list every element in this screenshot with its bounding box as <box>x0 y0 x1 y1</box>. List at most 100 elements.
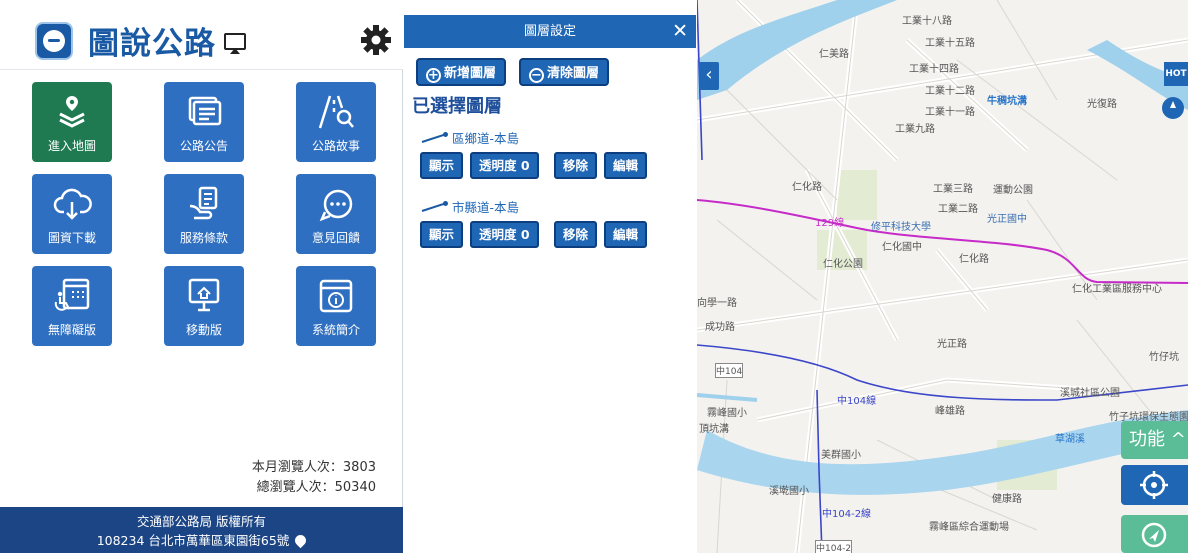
tile-system-info[interactable]: 系統簡介 <box>296 266 376 346</box>
map-label: 仁化路 <box>959 254 989 265</box>
layer-panel-header: 圖層設定 ✕ <box>404 15 696 48</box>
map-label: 工業十四路 <box>909 64 959 75</box>
layer-name: 市縣道-本島 <box>452 200 520 215</box>
map-view[interactable]: 工業十八路 工業十五路 工業十四路 工業十二路 工業十一路 工業九路 牛稠坑溝 … <box>697 0 1188 553</box>
close-icon[interactable]: ✕ <box>672 15 688 48</box>
map-label: 工業十二路 <box>925 86 975 97</box>
address-text: 108234 台北市萬華區東園街65號 <box>96 533 290 548</box>
tile-label: 意見回饋 <box>311 231 360 245</box>
accessibility-icon <box>54 278 90 311</box>
map-label: 溪城社區公園 <box>1060 388 1120 399</box>
mobile-version-icon <box>188 278 220 312</box>
layer-settings-panel: 圖層設定 ✕ + 新增圖層 − 清除圖層 已選擇圖層 區鄉道-本島 顯示 透明度 0… <box>404 15 696 553</box>
navigation-arrow-icon <box>1141 522 1167 548</box>
remove-layer-button[interactable]: 移除 <box>554 221 598 248</box>
cloud-download-icon <box>53 188 92 220</box>
tile-label: 系統簡介 <box>311 323 360 337</box>
map-label: 中104 <box>715 363 744 378</box>
clear-layer-label: 清除圖層 <box>547 66 600 81</box>
clear-layer-button[interactable]: − 清除圖層 <box>519 58 610 86</box>
monthly-visits: 本月瀏覽人次：3803 <box>251 460 376 475</box>
line-layer-icon <box>420 201 448 213</box>
road-story-icon <box>318 95 354 129</box>
remove-layer-button[interactable]: 移除 <box>554 152 598 179</box>
map-label: 中104線 <box>837 396 877 407</box>
map-label: 霧峰國小 <box>707 408 747 419</box>
map-label: 峰雄路 <box>935 406 965 417</box>
map-label: 光復路 <box>1087 99 1117 110</box>
announcement-icon <box>188 96 222 126</box>
map-label: 美群國小 <box>821 450 861 461</box>
navigation-button[interactable] <box>1121 515 1188 553</box>
map-label: 健康路 <box>992 494 1022 505</box>
total-visits: 總瀏覽人次：50340 <box>256 480 376 495</box>
map-label: 成功路 <box>705 322 735 333</box>
tile-download[interactable]: 圖資下載 <box>32 174 112 254</box>
show-layer-button[interactable]: 顯示 <box>420 221 464 248</box>
home-panel: 圖說公路 進入地圖 公路公告 公路故事 圖資下載 服務條款 意見回饋 無障礙版 … <box>0 0 403 553</box>
gear-icon[interactable] <box>360 24 392 56</box>
map-label: 頂坑溝 <box>699 424 729 435</box>
tile-label: 無障礙版 <box>47 323 96 337</box>
map-label: 霧峰區綜合運動場 <box>929 522 1009 533</box>
plus-circle-icon: + <box>426 68 441 83</box>
screen-cast-icon[interactable] <box>224 33 246 54</box>
tile-label: 移動版 <box>185 323 222 337</box>
tile-label: 公路公告 <box>179 139 228 153</box>
add-layer-button[interactable]: + 新增圖層 <box>416 58 507 86</box>
map-label: 129線 <box>815 218 845 229</box>
tile-mobile[interactable]: 移動版 <box>164 266 244 346</box>
map-label: 光正路 <box>937 339 967 350</box>
tile-feedback[interactable]: 意見回饋 <box>296 174 376 254</box>
location-pin-icon[interactable] <box>293 532 309 549</box>
compass-icon[interactable] <box>1162 97 1184 119</box>
tile-enter-map[interactable]: 進入地圖 <box>32 82 112 162</box>
map-label: 工業十八路 <box>902 16 952 27</box>
tile-label: 圖資下載 <box>47 231 96 245</box>
map-label: 草湖溪 <box>1055 434 1085 445</box>
function-menu-button[interactable]: 功能 ^ <box>1121 421 1188 459</box>
layer-name: 區鄉道-本島 <box>452 131 520 146</box>
map-label: 仁美路 <box>819 49 849 60</box>
line-layer-icon <box>420 132 448 144</box>
layer-item-district-road: 區鄉道-本島 <box>420 128 519 147</box>
tile-label: 公路故事 <box>311 139 360 153</box>
map-label: 仁化國中 <box>882 242 922 253</box>
tile-service-terms[interactable]: 服務條款 <box>164 174 244 254</box>
service-terms-icon <box>189 186 218 220</box>
tile-label: 進入地圖 <box>47 139 96 153</box>
edit-layer-button[interactable]: 編輯 <box>604 152 648 179</box>
copyright-text: 交通部公路局 版權所有 <box>137 514 266 529</box>
map-label: 工業三路 <box>933 184 973 195</box>
map-label: 運動公園 <box>993 185 1033 196</box>
map-label: 工業十五路 <box>925 38 975 49</box>
map-layers-icon <box>59 96 85 128</box>
layer-item-county-road: 市縣道-本島 <box>420 197 519 216</box>
collapse-panel-button[interactable]: ‹ <box>699 62 719 90</box>
tile-road-story[interactable]: 公路故事 <box>296 82 376 162</box>
opacity-button[interactable]: 透明度 0 <box>470 152 539 179</box>
tile-accessibility[interactable]: 無障礙版 <box>32 266 112 346</box>
locate-button[interactable] <box>1121 465 1188 505</box>
selected-layers-heading: 已選擇圖層 <box>412 96 502 117</box>
footer: 交通部公路局 版權所有 108234 台北市萬華區東園街65號 <box>0 507 403 553</box>
map-label: 仁化工業區服務中心 <box>1072 284 1162 295</box>
map-label: 仁化公園 <box>823 259 863 270</box>
show-layer-button[interactable]: 顯示 <box>420 152 464 179</box>
map-label: 牛稠坑溝 <box>987 96 1027 107</box>
map-label: 仁化路 <box>792 182 822 193</box>
tile-announcement[interactable]: 公路公告 <box>164 82 244 162</box>
map-label: 向學一路 <box>697 298 737 309</box>
app-header: 圖說公路 <box>0 0 403 70</box>
tile-label: 服務條款 <box>179 231 228 245</box>
edit-layer-button[interactable]: 編輯 <box>604 221 648 248</box>
app-logo-icon <box>35 22 73 60</box>
system-info-icon <box>319 279 353 313</box>
map-label: 修平科技大學 <box>871 222 931 233</box>
opacity-button[interactable]: 透明度 0 <box>470 221 539 248</box>
layer-panel-title: 圖層設定 <box>523 24 576 39</box>
map-label: 工業二路 <box>938 204 978 215</box>
hot-button[interactable]: HOT <box>1164 62 1188 86</box>
map-label: 工業十一路 <box>925 107 975 118</box>
address-row: 108234 台北市萬華區東園街65號 <box>0 531 403 550</box>
